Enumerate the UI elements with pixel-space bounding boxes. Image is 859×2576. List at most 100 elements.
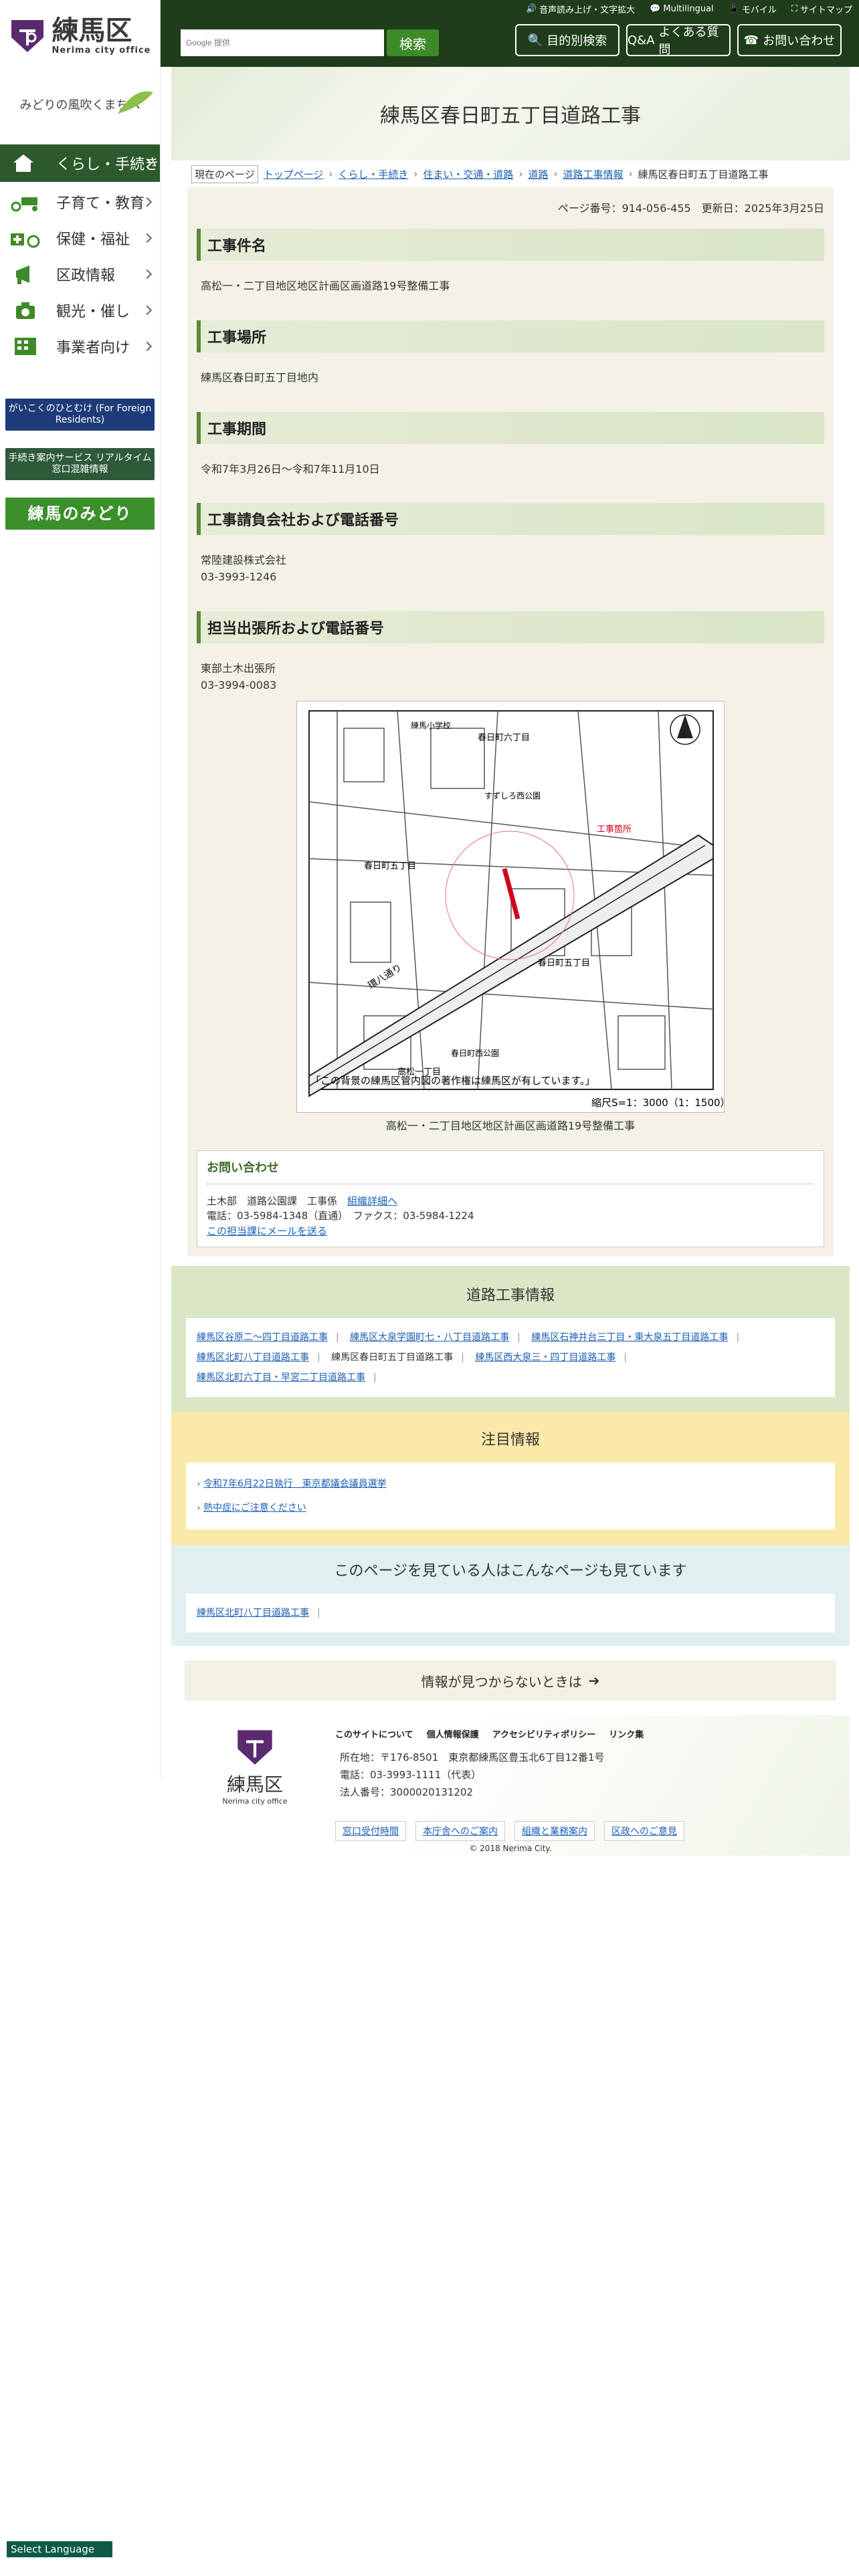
site-footer: 練馬区 Nerima city office このサイトについて 個人情報保護 …	[171, 1715, 850, 1856]
section-body: 常陸建設株式会社	[201, 554, 287, 567]
map-label: 春日町五丁目	[538, 958, 590, 968]
related-list: 練馬区北町八丁目道路工事 |	[186, 1594, 835, 1633]
sidebar-item-childcare[interactable]: 子育て・教育	[0, 185, 160, 219]
banner-nerima-green[interactable]: 練馬のみどり	[5, 498, 155, 530]
section-heading: 工事請負会社および電話番号	[197, 503, 824, 536]
footer-button[interactable]: 組織と業務案内	[514, 1821, 595, 1842]
footer-button[interactable]: 区政へのご意見	[604, 1821, 684, 1842]
road-info-link[interactable]: 練馬区谷原二～四丁目道路工事	[197, 1332, 328, 1343]
mobile-icon: 📱	[728, 4, 739, 14]
page-id: ページ番号：914-056-455	[557, 202, 691, 215]
util-link-speech[interactable]: 🔊 音声読み上げ・文字拡大	[526, 3, 635, 15]
util-link-mobile[interactable]: 📱 モバイル	[729, 3, 777, 15]
mail-link[interactable]: この担当課にメールを送る	[207, 1225, 327, 1237]
site-logo[interactable]: 練馬区 Nerima city office	[0, 0, 160, 72]
sidebar-item-tourism[interactable]: 観光・催し	[0, 293, 160, 328]
footer-link[interactable]: このサイトについて	[335, 1727, 413, 1740]
footer-link[interactable]: 個人情報保護	[427, 1727, 479, 1740]
footer-link[interactable]: リンク集	[609, 1727, 644, 1740]
breadcrumb-link-life[interactable]: くらし・手続き	[338, 167, 408, 181]
language-select[interactable]: Select Language	[7, 2541, 112, 2557]
sidebar-item-govt[interactable]: 区政情報	[0, 257, 160, 292]
road-info-current: 練馬区春日町五丁目道路工事	[331, 1352, 454, 1364]
breadcrumb-link-housing[interactable]: 住まい・交通・道路	[423, 167, 513, 181]
site-header: 🔊 音声読み上げ・文字拡大 💬 Multilingual 📱 モバイル ⛶ サイトマップ…	[161, 0, 859, 67]
sidebar-item-label: 子育て・教育	[56, 195, 145, 212]
search-icon: 🔍	[527, 33, 543, 47]
footer-corp-number: 法人番号：3000020131202	[340, 1786, 474, 1799]
breadcrumb-separator-icon: ›	[628, 168, 633, 180]
notice-link[interactable]: 熱中症にご注意ください	[203, 1503, 306, 1513]
util-link-label: Multilingual	[663, 4, 714, 14]
related-link[interactable]: 練馬区北町八丁目道路工事	[197, 1608, 309, 1618]
main-content: 練馬区春日町五丁目道路工事 現在のページ トップページ › くらし・手続き › 住ま…	[171, 67, 850, 1856]
search-input[interactable]	[181, 29, 384, 56]
footer-logo: 練馬区 Nerima city office	[218, 1727, 292, 1806]
footer-buttons: 窓口受付時間 本庁舎へのご案内 組織と業務案内 区政へのご意見	[335, 1821, 684, 1842]
util-link-sitemap[interactable]: ⛶ サイトマップ	[791, 3, 852, 15]
road-info-title: 道路工事情報	[466, 1287, 555, 1305]
faq-label: よくある質問	[658, 25, 719, 57]
road-info-link[interactable]: 練馬区北町八丁目道路工事	[197, 1352, 309, 1363]
breadcrumb-link-roads[interactable]: 道路	[528, 167, 548, 181]
contact-dept-row: 土木部 道路公園課 工事係 組織詳細へ	[207, 1194, 814, 1209]
chevron-right-icon	[142, 233, 153, 243]
road-info-link[interactable]: 練馬区北町六丁目・早宮二丁目道路工事	[197, 1372, 365, 1383]
breadcrumb-link-top[interactable]: トップページ	[264, 167, 324, 181]
catchphrase: みどりの風吹くまちへ	[0, 72, 160, 136]
banner-counter-congestion[interactable]: 手続き案内サービス リアルタイム窓口混雑情報	[5, 448, 155, 480]
chevron-right-icon	[142, 269, 153, 280]
road-info-link[interactable]: 練馬区大泉学園町七・八丁目道路工事	[350, 1332, 509, 1343]
chevron-right-icon: ›	[197, 1479, 201, 1490]
road-info-link[interactable]: 練馬区西大泉三・四丁目道路工事	[475, 1352, 615, 1363]
logo-text-en: Nerima city office	[52, 45, 151, 56]
footer-link[interactable]: アクセシビリティポリシー	[492, 1727, 596, 1740]
contact-heading: お問い合わせ	[207, 1159, 814, 1184]
search-button[interactable]: 検索	[387, 29, 439, 56]
not-found-button[interactable]: 情報が見つからないときは ➔	[185, 1660, 836, 1701]
sidebar-item-health[interactable]: 保健・福祉	[0, 221, 160, 255]
sidebar-item-business[interactable]: 事業者向け	[0, 329, 160, 364]
footer-button[interactable]: 窓口受付時間	[335, 1821, 406, 1842]
notice-link[interactable]: 令和7年6月22日執行 東京都議会議員選挙	[203, 1479, 387, 1489]
chevron-right-icon: ›	[197, 1503, 201, 1514]
arrow-right-icon: ➔	[588, 1673, 600, 1689]
related-section: このページを見ている人はこんなページも見ています 練馬区北町八丁目道路工事 |	[171, 1545, 850, 1646]
qa-icon: Q&A	[628, 33, 655, 47]
sidebar-item-label: 観光・催し	[56, 304, 130, 320]
road-info-section: 道路工事情報 練馬区谷原二～四丁目道路工事 | 練馬区大泉学園町七・八丁目道路工事…	[171, 1266, 850, 1412]
footer-phone: 電話：03-3993-1111（代表）	[340, 1769, 482, 1782]
road-info-link[interactable]: 練馬区石神井台三丁目・東大泉五丁目道路工事	[531, 1332, 728, 1343]
copyright: © 2018 Nerima City.	[469, 1844, 552, 1854]
util-link-multilingual[interactable]: 💬 Multilingual	[650, 3, 714, 15]
chevron-right-icon	[142, 341, 153, 352]
utility-links: 🔊 音声読み上げ・文字拡大 💬 Multilingual 📱 モバイル ⛶ サイトマップ	[526, 3, 852, 15]
section-body: 東部土木出張所	[201, 661, 276, 675]
updated-date: 更新日：2025年3月25日	[701, 202, 824, 215]
purpose-search-label: 目的別検索	[547, 34, 607, 48]
breadcrumb-separator-icon: ›	[328, 168, 333, 180]
sidebar-item-life[interactable]: くらし・手続き	[0, 144, 160, 182]
footer-button[interactable]: 本庁舎へのご案内	[415, 1821, 505, 1842]
contact-dept: 土木部 道路公園課 工事係	[207, 1194, 338, 1207]
org-detail-link[interactable]: 組織詳細へ	[347, 1195, 397, 1207]
chevron-right-icon	[142, 305, 153, 316]
breadcrumb-link-roadwork[interactable]: 道路工事情報	[563, 167, 623, 181]
banner-foreign-residents[interactable]: がいこくのひとむけ (For Foreign Residents)	[5, 399, 155, 431]
building-icon	[9, 336, 41, 357]
stroller-icon	[9, 191, 41, 213]
map-label: 春日町五丁目	[364, 861, 416, 871]
footer-logo-en: Nerima city office	[222, 1797, 288, 1806]
purpose-search-button[interactable]: 🔍 目的別検索	[515, 24, 619, 56]
notice-section: 注目情報 › 令和7年6月22日執行 東京都議会議員選挙 › 熱中症にご注意くだ…	[171, 1412, 850, 1546]
section-body: 令和7年3月26日～令和7年11月10日	[201, 462, 380, 475]
breadcrumb-separator-icon: ›	[553, 168, 558, 180]
notice-title: 注目情報	[480, 1432, 540, 1449]
contact-button[interactable]: ☎ お問い合わせ	[737, 24, 842, 56]
faq-button[interactable]: Q&A よくある質問	[626, 24, 731, 57]
page-title-band: 練馬区春日町五丁目道路工事	[171, 67, 850, 160]
sidebar-item-label: 事業者向け	[56, 340, 130, 356]
section-body-phone: 03-3993-1246	[201, 570, 277, 584]
footer-address: 所在地：〒176-8501 東京都練馬区豊玉北6丁目12番1号	[340, 1751, 605, 1764]
health-icon	[9, 227, 41, 249]
